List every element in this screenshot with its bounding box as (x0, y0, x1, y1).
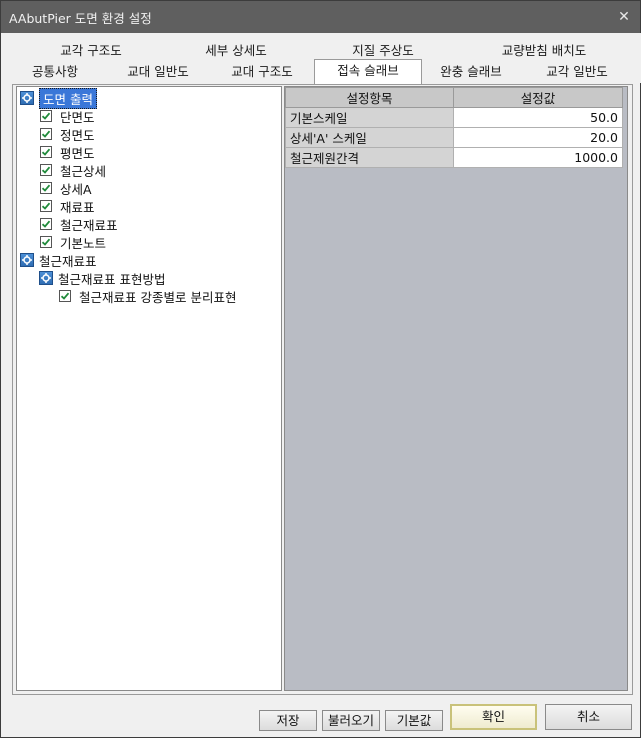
tab-common[interactable]: 공통사항 (19, 62, 91, 82)
settings-dialog: AAbutPier 도면 환경 설정 ✕ 교각 구조도 세부 상세도 지질 주상… (0, 0, 641, 738)
checkbox-checked[interactable] (40, 110, 52, 122)
tree-item[interactable]: 단면도 (40, 107, 95, 125)
tree-item-label: 정면도 (60, 127, 95, 143)
checkbox-checked[interactable] (40, 182, 52, 194)
default-button[interactable]: 기본값 (385, 710, 443, 731)
tree-item[interactable]: 철근재료표 강종별로 분리표현 (59, 287, 236, 305)
tree-group-label: 철근재료표 (39, 253, 97, 269)
tree-item[interactable]: 평면도 (40, 143, 95, 161)
tab-buffer-slab[interactable]: 완충 슬래브 (426, 62, 516, 82)
save-button[interactable]: 저장 (259, 710, 317, 731)
tab-abutment-structure[interactable]: 교대 구조도 (217, 62, 307, 82)
tab-abutment-general[interactable]: 교대 일반도 (113, 62, 203, 82)
setting-key: 상세'A' 스케일 (285, 127, 454, 148)
tab-pier-structure[interactable]: 교각 구조도 (46, 41, 136, 61)
checkbox-checked[interactable] (59, 290, 71, 302)
tree-item-label: 단면도 (60, 109, 95, 125)
checkbox-checked[interactable] (40, 164, 52, 176)
tree-group-drawing-output[interactable]: 도면 출력 (20, 87, 97, 109)
tree-item[interactable]: 상세A (40, 179, 92, 197)
settings-node-icon (20, 91, 34, 105)
table-row: 상세'A' 스케일 20.0 (285, 127, 623, 148)
tree-item-label: 재료표 (60, 199, 95, 215)
tree-item[interactable]: 정면도 (40, 125, 95, 143)
tree-item-label: 평면도 (60, 145, 95, 161)
tab-bearing-layout[interactable]: 교량받침 배치도 (489, 41, 599, 61)
tree-item-label: 철근상세 (60, 163, 107, 179)
settings-node-icon (20, 253, 34, 267)
tree-item-label: 기본노트 (60, 235, 107, 251)
column-header-value: 설정값 (453, 87, 623, 108)
window-title: AAbutPier 도면 환경 설정 (9, 11, 152, 26)
settings-tree[interactable]: 도면 출력 단면도 정면도 평면도 철근상세 상세A 재료표 철근재료표 기본노… (16, 86, 282, 691)
tab-pier-general[interactable]: 교각 일반도 (534, 62, 620, 82)
tab-approach-slab[interactable]: 접속 슬래브 (314, 59, 422, 84)
table-row: 기본스케일 50.0 (285, 107, 623, 128)
tree-item[interactable]: 철근상세 (40, 161, 106, 179)
settings-node-icon (39, 271, 53, 285)
setting-key: 철근제원간격 (285, 147, 454, 168)
property-table: 설정항목 설정값 기본스케일 50.0 상세'A' 스케일 20.0 철근제원간… (285, 87, 623, 168)
column-header-item: 설정항목 (285, 87, 454, 108)
setting-value-input[interactable]: 1000.0 (453, 147, 623, 168)
checkbox-checked[interactable] (40, 236, 52, 248)
load-button[interactable]: 불러오기 (322, 710, 380, 731)
tree-group-label: 도면 출력 (39, 87, 97, 109)
tree-item-label: 상세A (60, 181, 92, 197)
tree-subgroup-rebar-display[interactable]: 철근재료표 표현방법 (39, 269, 165, 287)
title-bar: AAbutPier 도면 환경 설정 ✕ (1, 1, 640, 33)
setting-value-input[interactable]: 50.0 (453, 107, 623, 128)
cancel-button[interactable]: 취소 (545, 704, 632, 730)
checkbox-checked[interactable] (40, 146, 52, 158)
tab-geology[interactable]: 지질 주상도 (338, 41, 428, 61)
tree-item[interactable]: 기본노트 (40, 233, 106, 251)
setting-value-input[interactable]: 20.0 (453, 127, 623, 148)
checkbox-checked[interactable] (40, 200, 52, 212)
property-grid: 설정항목 설정값 기본스케일 50.0 상세'A' 스케일 20.0 철근제원간… (284, 86, 628, 691)
tree-item-label: 철근재료표 강종별로 분리표현 (79, 289, 237, 305)
tree-item[interactable]: 재료표 (40, 197, 95, 215)
tree-subgroup-label: 철근재료표 표현방법 (58, 271, 166, 287)
ok-button[interactable]: 확인 (450, 704, 537, 730)
tab-detail[interactable]: 세부 상세도 (191, 41, 281, 61)
tree-item[interactable]: 철근재료표 (40, 215, 118, 233)
checkbox-checked[interactable] (40, 218, 52, 230)
close-icon[interactable]: ✕ (617, 10, 631, 24)
setting-key: 기본스케일 (285, 107, 454, 128)
tree-item-label: 철근재료표 (60, 217, 118, 233)
checkbox-checked[interactable] (40, 128, 52, 140)
table-header-row: 설정항목 설정값 (285, 87, 623, 108)
table-row: 철근제원간격 1000.0 (285, 147, 623, 168)
tree-group-rebar-table[interactable]: 철근재료표 (20, 251, 97, 269)
tab-strip: 교각 구조도 세부 상세도 지질 주상도 교량받침 배치도 공통사항 교대 일반… (1, 33, 641, 84)
